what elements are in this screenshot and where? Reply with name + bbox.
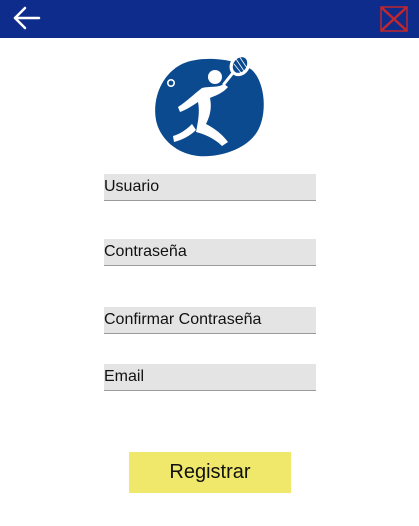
email-field[interactable]: Email bbox=[104, 364, 316, 391]
username-placeholder: Usuario bbox=[104, 178, 160, 195]
register-button[interactable]: Registrar bbox=[129, 452, 291, 493]
password-placeholder: Contraseña bbox=[104, 243, 187, 260]
close-button[interactable] bbox=[379, 5, 409, 33]
arrow-left-icon bbox=[13, 6, 41, 30]
confirm-password-field[interactable]: Confirmar Contraseña bbox=[104, 307, 316, 334]
confirm-password-placeholder: Confirmar Contraseña bbox=[104, 311, 262, 328]
top-app-bar bbox=[0, 0, 419, 38]
email-placeholder: Email bbox=[104, 368, 145, 385]
username-field[interactable]: Usuario bbox=[104, 174, 316, 201]
password-field[interactable]: Contraseña bbox=[104, 239, 316, 266]
app-logo bbox=[152, 50, 266, 160]
back-button[interactable] bbox=[12, 5, 42, 31]
tennis-player-icon bbox=[155, 53, 264, 157]
close-x-icon bbox=[380, 6, 408, 32]
